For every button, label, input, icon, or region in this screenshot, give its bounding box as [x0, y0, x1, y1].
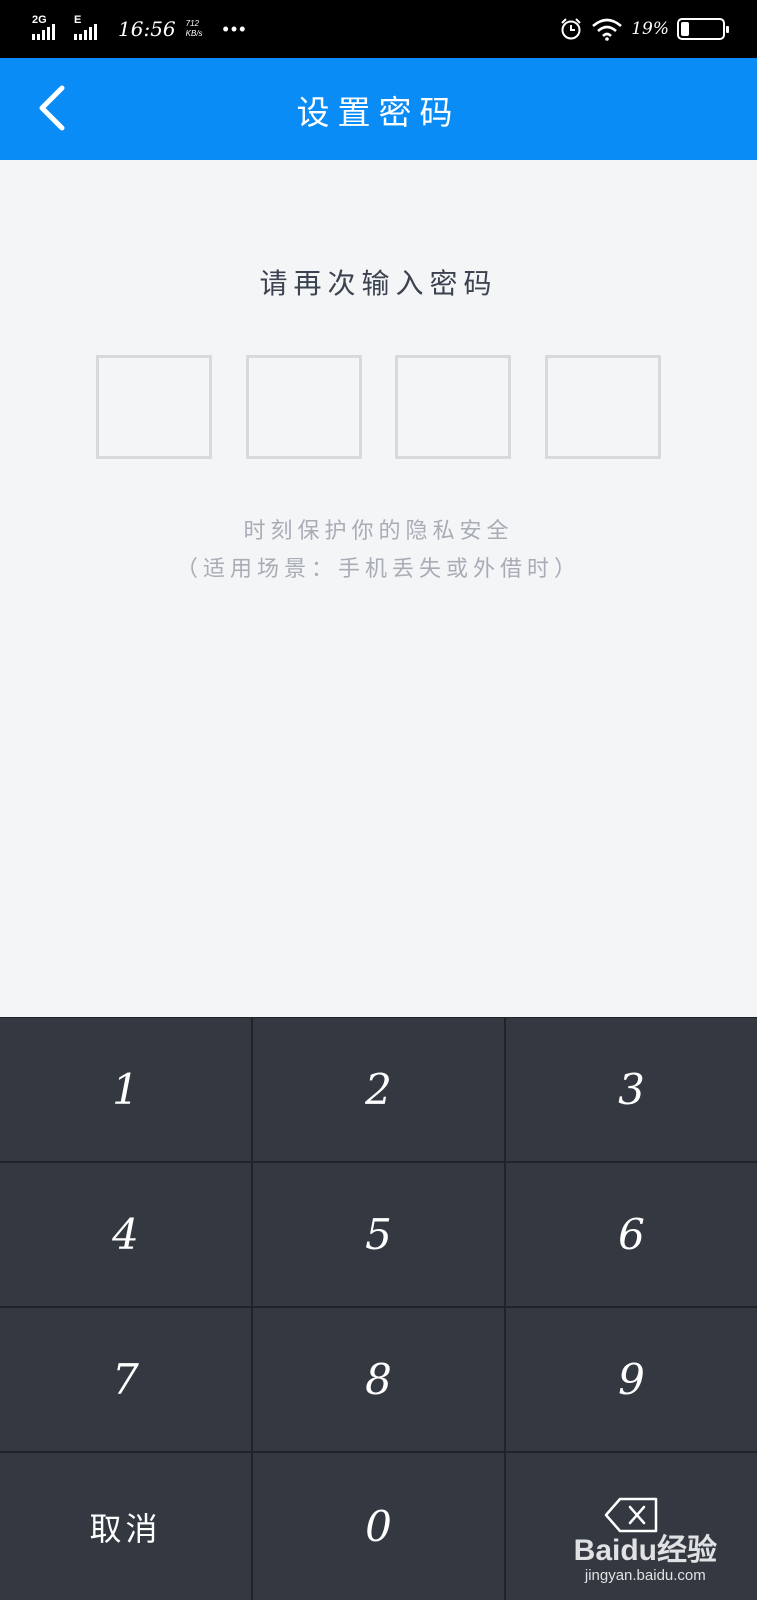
watermark-logo: Baidu经验: [573, 1534, 717, 1567]
key-3[interactable]: 3: [506, 1018, 757, 1161]
status-right: 19%: [559, 14, 729, 44]
key-1[interactable]: 1: [0, 1018, 251, 1161]
privacy-hint: 时刻保护你的隐私安全: [243, 519, 514, 544]
title-bar: 设置密码: [0, 58, 757, 160]
key-6[interactable]: 6: [506, 1163, 757, 1306]
clock: 16:56: [118, 17, 176, 41]
battery-level: [681, 22, 689, 36]
battery-icon: [677, 18, 729, 40]
key-0[interactable]: 0: [253, 1453, 504, 1600]
pin-digit-box-4[interactable]: [545, 355, 661, 459]
status-bar: 2G E 16:56 712 KB/s ••• 19%: [0, 0, 757, 58]
key-5[interactable]: 5: [253, 1163, 504, 1306]
numeric-keypad: 1 2 3 4 5 6 7 8 9 取消 0: [0, 1017, 757, 1600]
key-2[interactable]: 2: [253, 1018, 504, 1161]
network-speed: 712 KB/s: [186, 19, 203, 39]
signal-icon: E: [74, 14, 106, 40]
usage-hint: （适用场景：手机丢失或外借时）: [175, 557, 581, 582]
pin-digit-box-3[interactable]: [395, 355, 511, 459]
status-left: 2G E 16:56 712 KB/s •••: [32, 14, 247, 44]
more-notifications: •••: [222, 18, 248, 39]
key-7[interactable]: 7: [0, 1308, 251, 1451]
network-type-2g: 2G: [32, 14, 47, 26]
key-8[interactable]: 8: [253, 1308, 504, 1451]
key-4[interactable]: 4: [0, 1163, 251, 1306]
network-type-e: E: [74, 14, 82, 26]
page-title: 设置密码: [296, 93, 461, 132]
baidu-jingyan-watermark: Baidu经验 jingyan.baidu.com: [573, 1534, 717, 1585]
speed-value: 712: [185, 19, 199, 28]
pin-digit-box-2[interactable]: [246, 355, 362, 459]
alarm-icon: [561, 18, 581, 40]
cancel-button[interactable]: 取消: [0, 1453, 251, 1600]
pin-digit-box-1[interactable]: [96, 355, 212, 459]
key-9[interactable]: 9: [506, 1308, 757, 1451]
backspace-icon: [604, 1497, 657, 1532]
wifi-icon: [592, 18, 623, 41]
watermark-url: jingyan.baidu.com: [584, 1567, 706, 1584]
password-prompt: 请再次输入密码: [259, 267, 498, 300]
speed-unit: KB/s: [185, 29, 203, 38]
signal-icon: 2G: [32, 14, 62, 40]
battery-percent: 19%: [631, 19, 669, 39]
